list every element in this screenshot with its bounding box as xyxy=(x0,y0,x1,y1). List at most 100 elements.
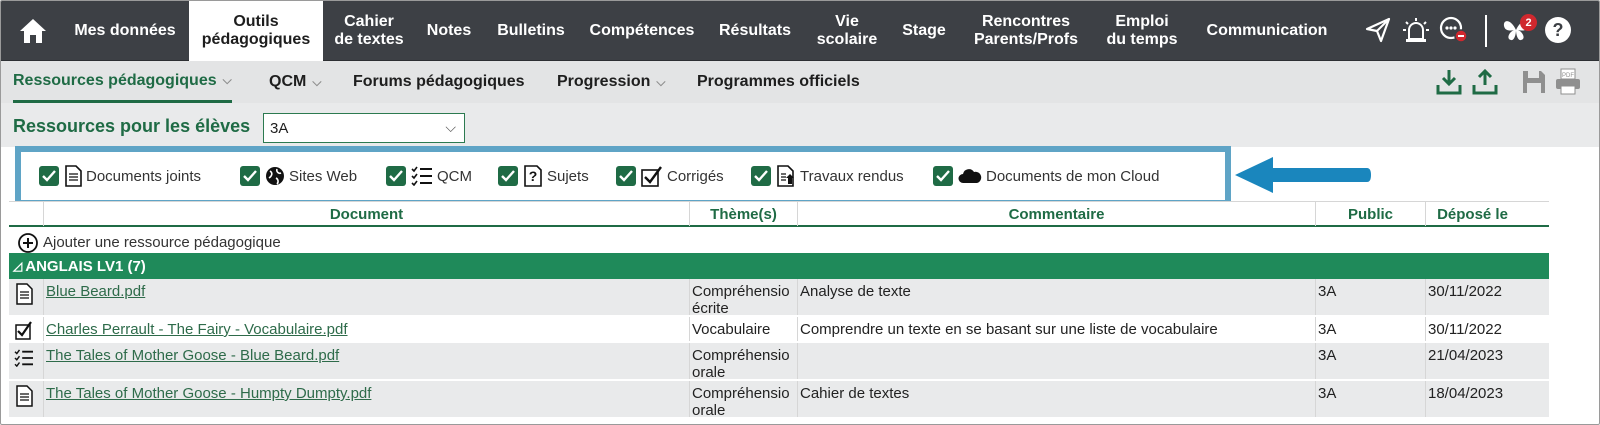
subnav-label: Ressources pédagogiques xyxy=(13,71,217,89)
filter-documents-joints[interactable]: Documents joints xyxy=(39,165,201,187)
cell-theme: Compréhensio écrite xyxy=(689,279,797,315)
send-icon xyxy=(1365,17,1391,43)
subnav-programmes-officiels[interactable]: Programmes officiels xyxy=(697,61,860,103)
cell-comment xyxy=(797,343,1315,379)
filter-label: Sujets xyxy=(547,167,589,185)
header-commentaire[interactable]: Commentaire xyxy=(797,202,1315,226)
subnav-progression[interactable]: Progression ⌵ xyxy=(557,61,665,103)
cell-public: 3A xyxy=(1315,317,1425,341)
cell-comment: Analyse de texte xyxy=(797,279,1315,315)
home-icon xyxy=(20,19,46,43)
table-header: Document Thème(s) Commentaire Public Dép… xyxy=(9,201,1549,227)
checkbox-checked-icon[interactable] xyxy=(39,166,59,186)
checklist-icon xyxy=(411,166,433,186)
resources-table: Document Thème(s) Commentaire Public Dép… xyxy=(9,201,1549,424)
document-icon xyxy=(64,165,82,187)
status-icon xyxy=(1439,16,1468,43)
help-icon: ? xyxy=(1545,17,1571,43)
print-pdf-icon: PDF xyxy=(1556,68,1580,95)
nav-resultats[interactable]: Résultats xyxy=(709,1,801,61)
filter-label: Documents de mon Cloud xyxy=(986,167,1160,185)
checkbox-checked-icon[interactable] xyxy=(240,166,260,186)
corrected-icon xyxy=(641,165,663,187)
app-window: Mes données Outils pédagogiques Cahier d… xyxy=(0,0,1600,425)
table-row: The Tales of Mother Goose - Humpty Dumpt… xyxy=(9,381,1549,418)
nav-stage[interactable]: Stage xyxy=(893,1,955,61)
checkbox-checked-icon[interactable] xyxy=(933,166,953,186)
subnav-forums-pedagogiques[interactable]: Forums pédagogiques xyxy=(353,61,525,103)
header-depose-le[interactable]: Déposé le xyxy=(1425,202,1519,226)
home-button[interactable] xyxy=(11,9,55,53)
nav-communication[interactable]: Communication xyxy=(1197,1,1337,61)
chevron-down-icon: ⌵ xyxy=(445,119,456,135)
corrected-icon xyxy=(13,319,35,341)
submitted-work-icon xyxy=(776,165,796,187)
send-button[interactable] xyxy=(1361,13,1395,47)
subnav-qcm[interactable]: QCM ⌵ xyxy=(269,61,321,103)
globe-icon xyxy=(265,166,285,186)
nav-mes-donnees[interactable]: Mes données xyxy=(63,1,187,61)
nav-outils-pedagogiques[interactable]: Outils pédagogiques xyxy=(189,1,323,61)
document-link[interactable]: The Tales of Mother Goose - Humpty Dumpt… xyxy=(46,385,371,402)
class-select[interactable]: 3A ⌵ xyxy=(263,113,465,143)
help-button[interactable]: ? xyxy=(1541,13,1575,47)
document-link[interactable]: Blue Beard.pdf xyxy=(46,283,145,300)
print-button[interactable]: PDF xyxy=(1551,66,1585,98)
cell-theme: Vocabulaire xyxy=(689,317,797,341)
nav-bulletins[interactable]: Bulletins xyxy=(487,1,575,61)
filter-sujets[interactable]: ? Sujets xyxy=(498,165,589,187)
group-header[interactable]: ◿ ANGLAIS LV1 (7) xyxy=(9,253,1549,279)
document-icon xyxy=(13,385,35,407)
main-navigation: Mes données Outils pédagogiques Cahier d… xyxy=(1,1,1599,61)
cell-date: 30/11/2022 xyxy=(1425,279,1519,315)
subnav-label: Progression xyxy=(557,73,651,90)
filter-documents-de-mon-cloud[interactable]: Documents de mon Cloud xyxy=(933,165,1159,187)
checkbox-checked-icon[interactable] xyxy=(386,166,406,186)
nav-notes[interactable]: Notes xyxy=(417,1,481,61)
document-link[interactable]: Charles Perrault - The Fairy - Vocabulai… xyxy=(46,321,348,338)
filter-label: Documents joints xyxy=(86,167,202,185)
chevron-down-icon: ⌵ xyxy=(312,74,322,89)
upload-icon xyxy=(1472,68,1498,95)
collapse-triangle-icon: ◿ xyxy=(13,259,23,273)
cell-public: 3A xyxy=(1315,381,1425,417)
upload-button[interactable] xyxy=(1468,66,1502,98)
cell-date: 30/11/2022 xyxy=(1425,317,1519,341)
cell-document: The Tales of Mother Goose - Humpty Dumpt… xyxy=(43,381,689,417)
checkbox-checked-icon[interactable] xyxy=(498,166,518,186)
header-document[interactable]: Document xyxy=(43,202,689,226)
filter-travaux-rendus[interactable]: Travaux rendus xyxy=(751,165,904,187)
cell-date: 21/04/2023 xyxy=(1425,343,1519,379)
nav-competences[interactable]: Compétences xyxy=(581,1,703,61)
nav-rencontres-parents-profs[interactable]: Rencontres Parents/Profs xyxy=(961,1,1091,61)
filter-label: Sites Web xyxy=(289,167,358,185)
cell-theme: Compréhensio orale xyxy=(689,381,797,417)
chevron-down-icon: ⌵ xyxy=(656,74,666,89)
nav-vie-scolaire[interactable]: Vie scolaire xyxy=(807,1,887,61)
document-icon xyxy=(13,283,35,305)
callout-arrow-icon xyxy=(1235,157,1371,193)
cell-document: Charles Perrault - The Fairy - Vocabulai… xyxy=(43,317,689,341)
filter-label: Travaux rendus xyxy=(800,167,904,185)
download-button[interactable] xyxy=(1432,66,1466,98)
filter-qcm[interactable]: QCM xyxy=(386,165,472,187)
document-link[interactable]: The Tales of Mother Goose - Blue Beard.p… xyxy=(46,347,339,364)
header-public[interactable]: Public xyxy=(1315,202,1425,226)
filter-sites-web[interactable]: Sites Web xyxy=(240,165,357,187)
cell-comment: Cahier de textes xyxy=(797,381,1315,417)
checkbox-checked-icon[interactable] xyxy=(616,166,636,186)
table-row: Blue Beard.pdf Compréhensio écrite Analy… xyxy=(9,279,1549,316)
subnav-ressources-pedagogiques[interactable]: Ressources pédagogiques ⌵ xyxy=(13,61,232,103)
cell-document: The Tales of Mother Goose - Blue Beard.p… xyxy=(43,343,689,379)
header-themes[interactable]: Thème(s) xyxy=(689,202,797,226)
nav-emploi-du-temps[interactable]: Emploi du temps xyxy=(1095,1,1189,61)
cell-theme: Compréhensio orale xyxy=(689,343,797,379)
alarm-button[interactable] xyxy=(1399,13,1433,47)
checkbox-checked-icon[interactable] xyxy=(751,166,771,186)
filter-corriges[interactable]: Corrigés xyxy=(616,165,724,187)
table-row: The Tales of Mother Goose - Blue Beard.p… xyxy=(9,343,1549,380)
status-button[interactable] xyxy=(1437,13,1471,47)
nav-cahier-de-textes[interactable]: Cahier de textes xyxy=(325,1,413,61)
save-button[interactable] xyxy=(1517,66,1551,98)
cloud-icon xyxy=(958,168,982,184)
